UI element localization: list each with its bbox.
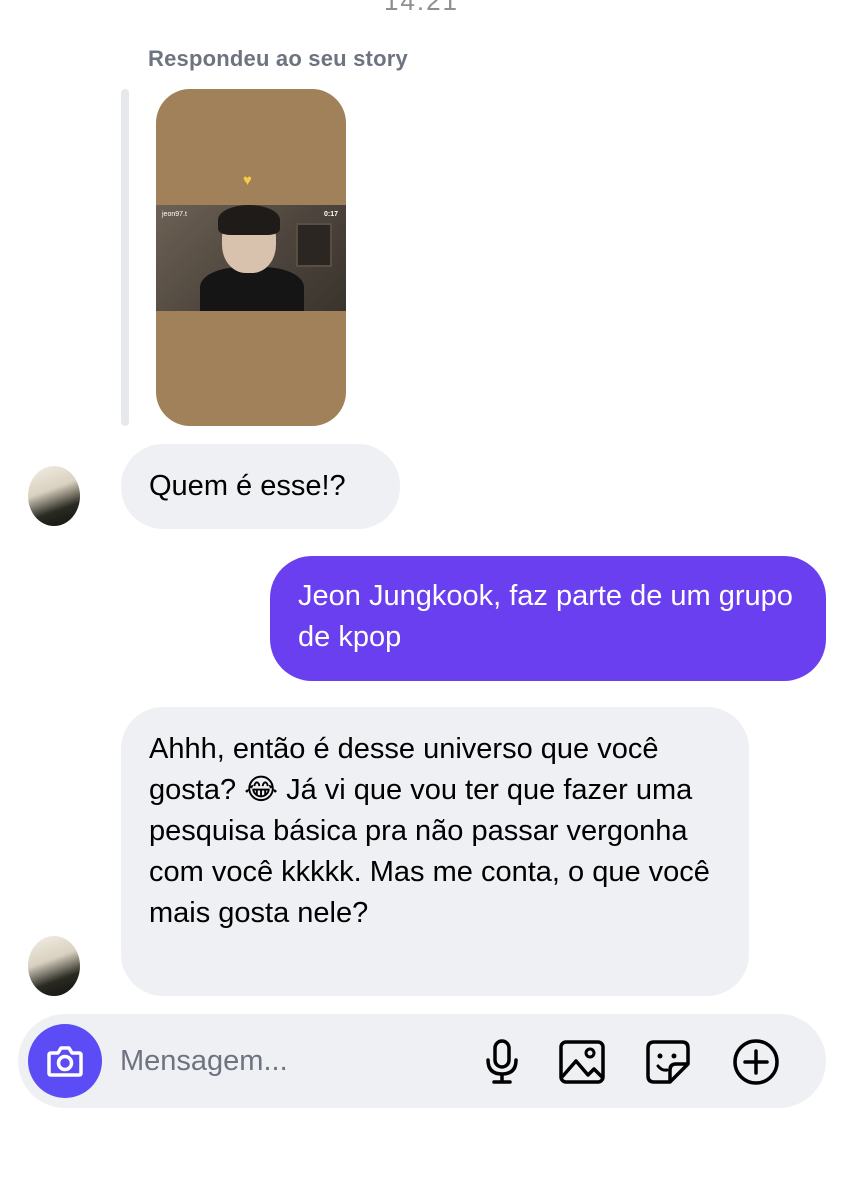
message-timestamp: 14:21 — [383, 0, 460, 16]
video-username: jeon97.t — [162, 211, 187, 218]
gallery-icon — [559, 1040, 605, 1084]
wall-picture — [296, 223, 332, 267]
heart-icon: ♥ — [243, 172, 252, 189]
contact-avatar[interactable] — [28, 466, 80, 526]
sticker-icon — [646, 1040, 690, 1084]
story-reply-caption: Respondeu ao seu story — [148, 46, 408, 71]
camera-button[interactable] — [28, 1024, 102, 1098]
plus-icon — [733, 1039, 779, 1085]
camera-icon — [47, 1046, 83, 1077]
more-button[interactable] — [731, 1037, 781, 1087]
message-input[interactable] — [120, 1040, 460, 1082]
person-body — [200, 267, 304, 311]
person-hair — [218, 205, 280, 235]
outgoing-message[interactable]: Jeon Jungkook, faz parte de um grupo de … — [270, 556, 826, 681]
gallery-button[interactable] — [557, 1037, 607, 1087]
story-preview[interactable]: ♥ jeon97.t 0:17 — [156, 89, 346, 426]
incoming-message[interactable]: Quem é esse!? — [121, 444, 400, 529]
message-composer — [18, 1014, 826, 1108]
sticker-button[interactable] — [643, 1037, 693, 1087]
incoming-message[interactable]: Ahhh, então é desse universo que você go… — [121, 707, 749, 996]
contact-avatar[interactable] — [28, 936, 80, 996]
story-reply-indicator — [121, 89, 129, 426]
microphone-button[interactable] — [477, 1037, 527, 1087]
story-video-frame: jeon97.t 0:17 — [156, 205, 346, 311]
microphone-icon — [486, 1039, 518, 1084]
video-duration: 0:17 — [323, 211, 338, 218]
